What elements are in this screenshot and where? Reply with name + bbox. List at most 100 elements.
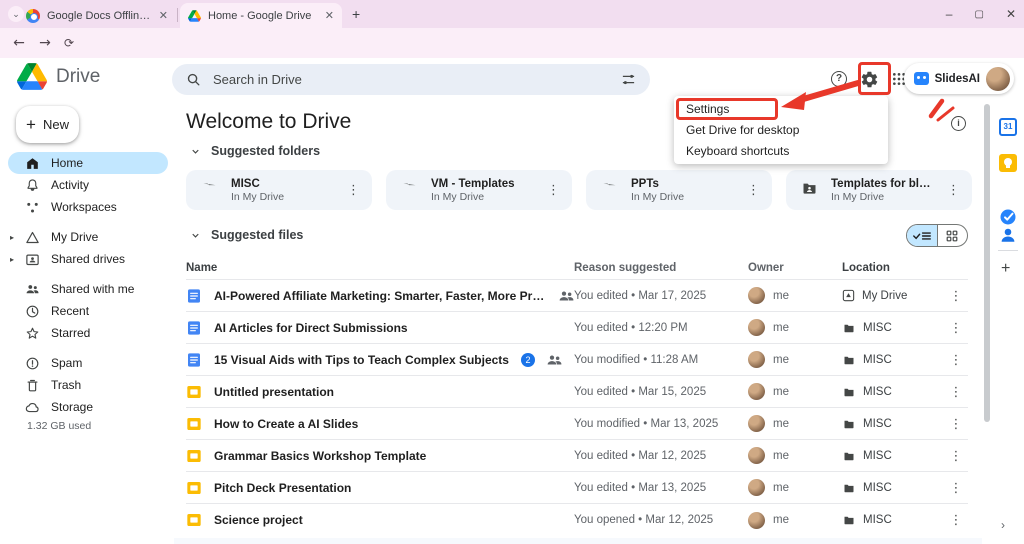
browser-titlebar: ⌄ Google Docs Offline - Chrome ✕ Home - …: [0, 0, 1024, 28]
collapse-panel-icon[interactable]: ›: [1001, 518, 1005, 532]
sidebar-item[interactable]: ▸ Spam: [8, 352, 168, 374]
location-cell[interactable]: MISC: [842, 450, 944, 462]
reload-button[interactable]: ⟳: [58, 32, 80, 54]
list-view-button[interactable]: [907, 225, 937, 246]
more-options-icon[interactable]: ⋮: [343, 183, 364, 198]
column-header-name[interactable]: Name: [186, 262, 574, 274]
sidebar-item[interactable]: ▸ Workspaces: [8, 196, 168, 218]
browser-tab-active[interactable]: Home - Google Drive ✕: [180, 3, 342, 28]
location-label: MISC: [863, 450, 892, 462]
location-cell[interactable]: MISC: [842, 482, 944, 494]
help-button[interactable]: ?: [826, 66, 852, 92]
file-row[interactable]: How to Create a AI Slides You modified •…: [186, 408, 968, 440]
browser-tab-inactive[interactable]: Google Docs Offline - Chrome ✕: [18, 3, 176, 28]
column-header-location[interactable]: Location: [842, 262, 944, 274]
slidesai-button[interactable]: SlidesAI: [904, 63, 1014, 94]
slides-file-icon: [186, 416, 202, 432]
maximize-button[interactable]: ▢: [974, 9, 983, 20]
sidebar: ▸ Home ▸ Activity ▸ Workspaces ▸ My Driv…: [8, 152, 168, 418]
folder-card[interactable]: MISC In My Drive ⋮: [186, 170, 372, 210]
close-window-button[interactable]: ✕: [1006, 7, 1016, 21]
suggested-files-header[interactable]: Suggested files: [190, 228, 303, 242]
add-app-button[interactable]: +: [1001, 260, 1010, 278]
sidebar-item[interactable]: ▸ Shared with me: [8, 278, 168, 300]
more-options-icon[interactable]: ⋮: [743, 183, 764, 198]
folder-card[interactable]: VM - Templates In My Drive ⋮: [386, 170, 572, 210]
file-row[interactable]: Grammar Basics Workshop Template You edi…: [186, 440, 968, 472]
sidebar-item[interactable]: ▸ Home: [8, 152, 168, 174]
tab-close-icon[interactable]: ✕: [159, 9, 168, 22]
profile-avatar[interactable]: [986, 67, 1010, 91]
more-options-icon[interactable]: ⋮: [946, 513, 967, 528]
expand-arrow-icon[interactable]: ▸: [10, 255, 14, 264]
calendar-date: 31: [1004, 122, 1013, 131]
more-options-icon[interactable]: ⋮: [946, 481, 967, 496]
folder-card[interactable]: Templates for blog integration In My Dri…: [786, 170, 972, 210]
location-cell[interactable]: MISC: [842, 322, 944, 334]
file-row[interactable]: AI-Powered Affiliate Marketing: Smarter,…: [186, 280, 968, 312]
folder-icon: [842, 514, 856, 526]
sidebar-item-label: Home: [51, 156, 83, 170]
more-options-icon[interactable]: ⋮: [543, 183, 564, 198]
info-icon[interactable]: i: [951, 116, 966, 131]
more-options-icon[interactable]: ⋮: [943, 183, 964, 198]
sidebar-item[interactable]: ▸ Starred: [8, 322, 168, 344]
view-toggle: [906, 224, 968, 247]
folder-icon: [400, 180, 419, 201]
location-label: MISC: [863, 322, 892, 334]
location-cell[interactable]: MISC: [842, 386, 944, 398]
more-options-icon[interactable]: ⋮: [946, 289, 967, 304]
owner-label: me: [773, 418, 789, 430]
drive-logo[interactable]: Drive: [17, 63, 100, 90]
more-options-icon[interactable]: ⋮: [946, 353, 967, 368]
storage-used-label: 1.32 GB used: [27, 420, 91, 432]
workspaces-icon: [25, 200, 40, 215]
chevron-down-icon[interactable]: [190, 146, 201, 157]
location-cell[interactable]: My Drive: [842, 289, 944, 302]
new-tab-button[interactable]: +: [352, 6, 360, 22]
folder-card[interactable]: PPTs In My Drive ⋮: [586, 170, 772, 210]
file-row[interactable]: Science project You opened • Mar 12, 202…: [186, 504, 968, 536]
sidebar-item[interactable]: ▸ Activity: [8, 174, 168, 196]
shared-drives-icon: [25, 252, 40, 267]
new-button[interactable]: + New: [16, 106, 79, 143]
file-row[interactable]: Pitch Deck Presentation You edited • Mar…: [186, 472, 968, 504]
suggested-folders-header[interactable]: Suggested folders: [190, 144, 320, 158]
content-bottom-edge: [174, 538, 982, 544]
tasks-icon[interactable]: [999, 208, 1017, 226]
keep-icon[interactable]: [999, 154, 1017, 172]
more-options-icon[interactable]: ⋮: [946, 321, 967, 336]
calendar-icon[interactable]: 31: [999, 118, 1017, 136]
sidebar-item[interactable]: ▸ Storage: [8, 396, 168, 418]
column-header-reason[interactable]: Reason suggested: [574, 262, 748, 274]
file-row[interactable]: Untitled presentation You edited • Mar 1…: [186, 376, 968, 408]
menu-item[interactable]: Get Drive for desktop: [674, 119, 888, 140]
expand-arrow-icon[interactable]: ▸: [10, 233, 14, 242]
more-options-icon[interactable]: ⋮: [946, 417, 967, 432]
column-header-owner[interactable]: Owner: [748, 262, 842, 274]
menu-item[interactable]: Keyboard shortcuts: [674, 140, 888, 161]
sidebar-item[interactable]: ▸ My Drive: [8, 226, 168, 248]
tab-close-icon[interactable]: ✕: [325, 9, 334, 22]
minimize-button[interactable]: –: [946, 7, 953, 21]
sidebar-item[interactable]: ▸ Recent: [8, 300, 168, 322]
location-cell[interactable]: MISC: [842, 418, 944, 430]
contacts-icon[interactable]: [999, 226, 1017, 244]
google-apps-side-panel: 31 + ›: [992, 100, 1024, 544]
location-cell[interactable]: MISC: [842, 354, 944, 366]
scrollbar[interactable]: [984, 104, 990, 422]
grid-view-button[interactable]: [937, 225, 968, 246]
chevron-down-icon[interactable]: [190, 230, 201, 241]
location-cell[interactable]: MISC: [842, 514, 944, 526]
file-row[interactable]: AI Articles for Direct Submissions You e…: [186, 312, 968, 344]
more-options-icon[interactable]: ⋮: [946, 385, 967, 400]
search-input[interactable]: Search in Drive: [172, 64, 650, 95]
more-options-icon[interactable]: ⋮: [946, 449, 967, 464]
sidebar-item[interactable]: ▸ Shared drives: [8, 248, 168, 270]
back-button[interactable]: ←: [8, 32, 30, 54]
file-row[interactable]: 15 Visual Aids with Tips to Teach Comple…: [186, 344, 968, 376]
search-options-icon[interactable]: [621, 72, 636, 87]
sidebar-item[interactable]: ▸ Trash: [8, 374, 168, 396]
location-label: MISC: [863, 418, 892, 430]
forward-button[interactable]: →: [34, 32, 56, 54]
